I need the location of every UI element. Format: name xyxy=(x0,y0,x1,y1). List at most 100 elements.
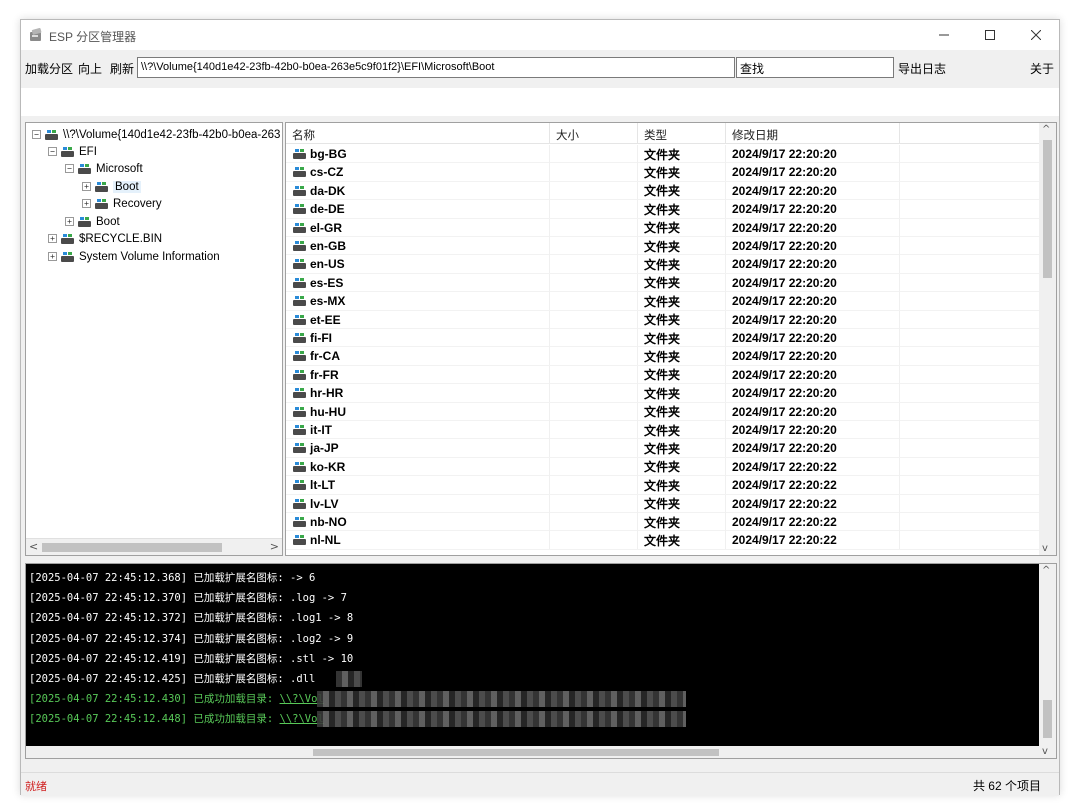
drive-icon xyxy=(45,129,58,140)
close-button[interactable] xyxy=(1013,20,1059,50)
column-header-size[interactable]: 大小 xyxy=(550,123,638,144)
collapse-icon[interactable]: − xyxy=(48,147,57,156)
folder-tree[interactable]: − \\?\Volume{140d1e42-23fb-42b0-b0ea-263… xyxy=(25,122,283,556)
cell-name: de-DE xyxy=(286,200,550,219)
table-row[interactable]: lv-LV 文件夹 2024/9/17 22:20:22 xyxy=(286,494,1041,513)
collapse-icon[interactable]: − xyxy=(65,164,74,173)
table-row[interactable]: en-US 文件夹 2024/9/17 22:20:20 xyxy=(286,255,1041,274)
table-row[interactable]: fr-CA 文件夹 2024/9/17 22:20:20 xyxy=(286,347,1041,366)
cell-type: 文件夹 xyxy=(638,329,726,347)
cell-date: 2024/9/17 22:20:20 xyxy=(726,218,900,237)
log-console[interactable]: ^ v [2025-04-07 22:45:12.368] 已加载扩展名图标: … xyxy=(25,563,1057,759)
tree-item-boot-selected[interactable]: + Boot xyxy=(82,178,141,195)
scrollbar-thumb[interactable] xyxy=(313,749,719,756)
table-row[interactable]: nl-NL 文件夹 2024/9/17 22:20:22 xyxy=(286,531,1041,550)
scroll-right-icon[interactable]: > xyxy=(270,540,279,553)
cell-type: 文件夹 xyxy=(638,476,726,495)
search-input[interactable]: 查找 xyxy=(736,57,894,78)
console-horizontal-scrollbar[interactable] xyxy=(26,746,1041,758)
expand-icon[interactable]: + xyxy=(82,199,91,208)
blank-strip xyxy=(21,88,1059,116)
cell-type: 文件夹 xyxy=(638,310,726,329)
log-line: [2025-04-07 22:45:12.368] 已加载扩展名图标: -> 6 xyxy=(29,570,315,586)
cell-name: nb-NO xyxy=(286,513,550,531)
column-header-date[interactable]: 修改日期 xyxy=(726,123,900,144)
tree-item-efi[interactable]: − EFI xyxy=(48,143,97,160)
folder-icon xyxy=(293,314,306,325)
column-header-name[interactable]: 名称 xyxy=(286,123,550,144)
minimize-button[interactable] xyxy=(921,20,967,50)
expand-icon[interactable]: + xyxy=(48,234,57,243)
scroll-left-icon[interactable]: < xyxy=(29,540,38,553)
about-button[interactable]: 关于 xyxy=(1030,60,1054,77)
scroll-up-icon[interactable]: ^ xyxy=(1042,565,1050,576)
table-row[interactable]: lt-LT 文件夹 2024/9/17 22:20:22 xyxy=(286,476,1041,495)
cell-name: ko-KR xyxy=(286,457,550,476)
tree-item-microsoft[interactable]: − Microsoft xyxy=(65,160,143,177)
tree-item-boot[interactable]: + Boot xyxy=(65,213,120,230)
folder-icon xyxy=(293,369,306,380)
refresh-button[interactable]: 刷新 xyxy=(110,60,134,77)
path-input[interactable]: \\?\Volume{140d1e42-23fb-42b0-b0ea-263e5… xyxy=(137,57,735,78)
export-log-button[interactable]: 导出日志 xyxy=(898,60,946,77)
expand-icon[interactable]: + xyxy=(65,217,74,226)
table-row[interactable]: bg-BG 文件夹 2024/9/17 22:20:20 xyxy=(286,145,1041,164)
tree-item-system-volume-information[interactable]: + System Volume Information xyxy=(48,248,220,265)
table-row[interactable]: ko-KR 文件夹 2024/9/17 22:20:22 xyxy=(286,457,1041,477)
list-vertical-scrollbar[interactable]: ^ v xyxy=(1039,123,1056,555)
collapse-icon[interactable]: − xyxy=(32,130,41,139)
app-icon xyxy=(30,27,42,41)
table-row[interactable]: en-GB 文件夹 2024/9/17 22:20:20 xyxy=(286,237,1041,256)
cell-size xyxy=(550,237,638,255)
table-row[interactable]: hr-HR 文件夹 2024/9/17 22:20:20 xyxy=(286,384,1041,403)
table-row[interactable]: hu-HU 文件夹 2024/9/17 22:20:20 xyxy=(286,402,1041,421)
table-row[interactable]: es-MX 文件夹 2024/9/17 22:20:20 xyxy=(286,292,1041,311)
scroll-down-icon[interactable]: v xyxy=(1042,746,1048,757)
table-row[interactable]: fr-FR 文件夹 2024/9/17 22:20:20 xyxy=(286,365,1041,385)
tree-item-recycle-bin[interactable]: + $RECYCLE.BIN xyxy=(48,230,162,247)
row-name: nl-NL xyxy=(310,533,341,548)
table-row[interactable]: ja-JP 文件夹 2024/9/17 22:20:20 xyxy=(286,439,1041,458)
maximize-icon xyxy=(985,30,995,40)
table-row[interactable]: fi-FI 文件夹 2024/9/17 22:20:20 xyxy=(286,329,1041,348)
table-row[interactable]: it-IT 文件夹 2024/9/17 22:20:20 xyxy=(286,421,1041,440)
status-bar: 就绪 共 62 个项目 xyxy=(21,772,1059,796)
folder-icon xyxy=(293,185,306,196)
scroll-down-icon[interactable]: v xyxy=(1042,543,1048,554)
cell-type: 文件夹 xyxy=(638,513,726,531)
folder-icon xyxy=(293,149,306,159)
tree-horizontal-scrollbar[interactable]: < > xyxy=(26,538,282,555)
console-vertical-scrollbar[interactable]: ^ v xyxy=(1039,564,1056,758)
file-list[interactable]: 名称 大小 类型 修改日期 bg-BG 文件夹 2024/9/17 22:20:20… xyxy=(285,122,1057,556)
expand-icon[interactable]: + xyxy=(82,182,91,191)
cell-type: 文件夹 xyxy=(638,402,726,421)
up-button[interactable]: 向上 xyxy=(78,60,102,77)
log-line: [2025-04-07 22:45:12.374] 已加载扩展名图标: .log… xyxy=(29,631,353,647)
scrollbar-thumb[interactable] xyxy=(1043,140,1052,278)
folder-icon xyxy=(293,517,306,527)
table-row[interactable]: de-DE 文件夹 2024/9/17 22:20:20 xyxy=(286,200,1041,219)
cell-date: 2024/9/17 22:20:20 xyxy=(726,200,900,219)
tree-item-recovery[interactable]: + Recovery xyxy=(82,195,162,212)
table-row[interactable]: nb-NO 文件夹 2024/9/17 22:20:22 xyxy=(286,513,1041,532)
cell-date: 2024/9/17 22:20:20 xyxy=(726,439,900,458)
tree-root-label: \\?\Volume{140d1e42-23fb-42b0-b0ea-263 xyxy=(63,128,281,141)
maximize-button[interactable] xyxy=(967,20,1013,50)
table-row[interactable]: es-ES 文件夹 2024/9/17 22:20:20 xyxy=(286,273,1041,293)
cell-name: fi-FI xyxy=(286,329,550,347)
expand-icon[interactable]: + xyxy=(48,252,57,261)
table-row[interactable]: cs-CZ 文件夹 2024/9/17 22:20:20 xyxy=(286,163,1041,182)
tree-root[interactable]: − \\?\Volume{140d1e42-23fb-42b0-b0ea-263 xyxy=(32,126,280,143)
load-partition-button[interactable]: 加载分区 xyxy=(25,60,73,77)
table-row[interactable]: et-EE 文件夹 2024/9/17 22:20:20 xyxy=(286,310,1041,329)
column-header-type[interactable]: 类型 xyxy=(638,123,726,144)
table-row[interactable]: da-DK 文件夹 2024/9/17 22:20:20 xyxy=(286,181,1041,201)
scrollbar-thumb[interactable] xyxy=(42,543,222,552)
cell-date: 2024/9/17 22:20:22 xyxy=(726,476,900,495)
row-name: lt-LT xyxy=(310,478,336,493)
redacted-region xyxy=(336,671,362,687)
scroll-up-icon[interactable]: ^ xyxy=(1042,124,1050,135)
scrollbar-thumb[interactable] xyxy=(1043,700,1052,738)
list-header: 名称 大小 类型 修改日期 xyxy=(286,123,1041,144)
table-row[interactable]: el-GR 文件夹 2024/9/17 22:20:20 xyxy=(286,218,1041,237)
